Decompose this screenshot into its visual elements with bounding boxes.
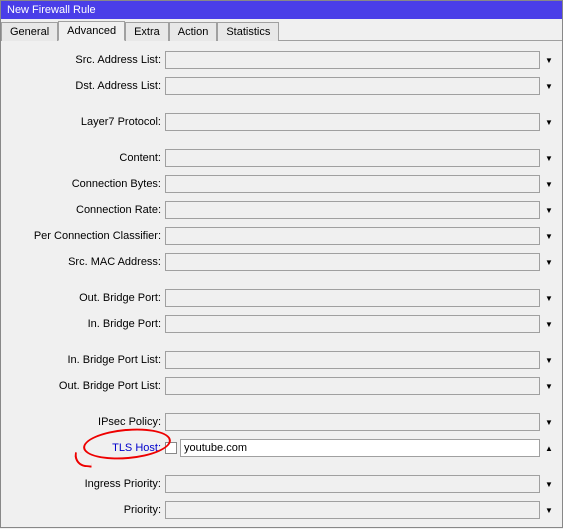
label-out-bridge-port: Out. Bridge Port: bbox=[1, 292, 165, 304]
form-advanced: Src. Address List: ▼ Dst. Address List: … bbox=[1, 41, 562, 529]
label-src-mac-address: Src. MAC Address: bbox=[1, 256, 165, 268]
label-tls-host: TLS Host: bbox=[1, 442, 165, 454]
label-out-bridge-port-list: Out. Bridge Port List: bbox=[1, 380, 165, 392]
label-ingress-priority: Ingress Priority: bbox=[1, 478, 165, 490]
dropdown-toggle-icon[interactable]: ▼ bbox=[542, 351, 556, 369]
dropdown-toggle-icon[interactable]: ▼ bbox=[542, 289, 556, 307]
input-out-bridge-port[interactable] bbox=[165, 289, 540, 307]
dropdown-toggle-icon[interactable]: ▼ bbox=[542, 227, 556, 245]
input-connection-rate[interactable] bbox=[165, 201, 540, 219]
input-in-bridge-port-list[interactable] bbox=[165, 351, 540, 369]
dropdown-toggle-icon[interactable]: ▼ bbox=[542, 413, 556, 431]
label-src-address-list: Src. Address List: bbox=[1, 54, 165, 66]
tab-strip: General Advanced Extra Action Statistics bbox=[1, 19, 562, 41]
label-layer7-protocol: Layer7 Protocol: bbox=[1, 116, 165, 128]
label-per-connection-classifier: Per Connection Classifier: bbox=[1, 230, 165, 242]
input-priority[interactable] bbox=[165, 501, 540, 519]
label-priority: Priority: bbox=[1, 504, 165, 516]
label-connection-rate: Connection Rate: bbox=[1, 204, 165, 216]
input-layer7-protocol[interactable] bbox=[165, 113, 540, 131]
dropdown-toggle-icon[interactable]: ▼ bbox=[542, 501, 556, 519]
label-in-bridge-port: In. Bridge Port: bbox=[1, 318, 165, 330]
input-src-mac-address[interactable] bbox=[165, 253, 540, 271]
dropdown-toggle-icon[interactable]: ▼ bbox=[542, 77, 556, 95]
input-ingress-priority[interactable] bbox=[165, 475, 540, 493]
dropdown-toggle-icon[interactable]: ▼ bbox=[542, 201, 556, 219]
tab-action[interactable]: Action bbox=[169, 22, 218, 41]
input-tls-host-text[interactable] bbox=[181, 440, 539, 456]
window-title: New Firewall Rule bbox=[7, 4, 96, 16]
label-ipsec-policy: IPsec Policy: bbox=[1, 416, 165, 428]
label-content: Content: bbox=[1, 152, 165, 164]
tab-advanced[interactable]: Advanced bbox=[58, 21, 125, 41]
dropdown-toggle-icon[interactable]: ▼ bbox=[542, 175, 556, 193]
input-connection-bytes[interactable] bbox=[165, 175, 540, 193]
tab-statistics[interactable]: Statistics bbox=[217, 22, 279, 41]
input-per-connection-classifier[interactable] bbox=[165, 227, 540, 245]
input-in-bridge-port[interactable] bbox=[165, 315, 540, 333]
input-content[interactable] bbox=[165, 149, 540, 167]
checkbox-tls-host-invert[interactable] bbox=[165, 442, 177, 454]
label-in-bridge-port-list: In. Bridge Port List: bbox=[1, 354, 165, 366]
dropdown-toggle-icon[interactable]: ▼ bbox=[542, 113, 556, 131]
input-tls-host[interactable] bbox=[180, 439, 540, 457]
dropdown-toggle-icon[interactable]: ▼ bbox=[542, 315, 556, 333]
tab-extra[interactable]: Extra bbox=[125, 22, 169, 41]
dropdown-toggle-icon[interactable]: ▼ bbox=[542, 377, 556, 395]
input-dst-address-list[interactable] bbox=[165, 77, 540, 95]
input-out-bridge-port-list[interactable] bbox=[165, 377, 540, 395]
collapse-toggle-icon[interactable]: ▲ bbox=[542, 439, 556, 457]
input-src-address-list[interactable] bbox=[165, 51, 540, 69]
dropdown-toggle-icon[interactable]: ▼ bbox=[542, 253, 556, 271]
label-connection-bytes: Connection Bytes: bbox=[1, 178, 165, 190]
dropdown-toggle-icon[interactable]: ▼ bbox=[542, 51, 556, 69]
input-ipsec-policy[interactable] bbox=[165, 413, 540, 431]
dropdown-toggle-icon[interactable]: ▼ bbox=[542, 475, 556, 493]
window-titlebar: New Firewall Rule bbox=[1, 1, 562, 19]
dropdown-toggle-icon[interactable]: ▼ bbox=[542, 149, 556, 167]
tab-general[interactable]: General bbox=[1, 22, 58, 41]
label-dst-address-list: Dst. Address List: bbox=[1, 80, 165, 92]
